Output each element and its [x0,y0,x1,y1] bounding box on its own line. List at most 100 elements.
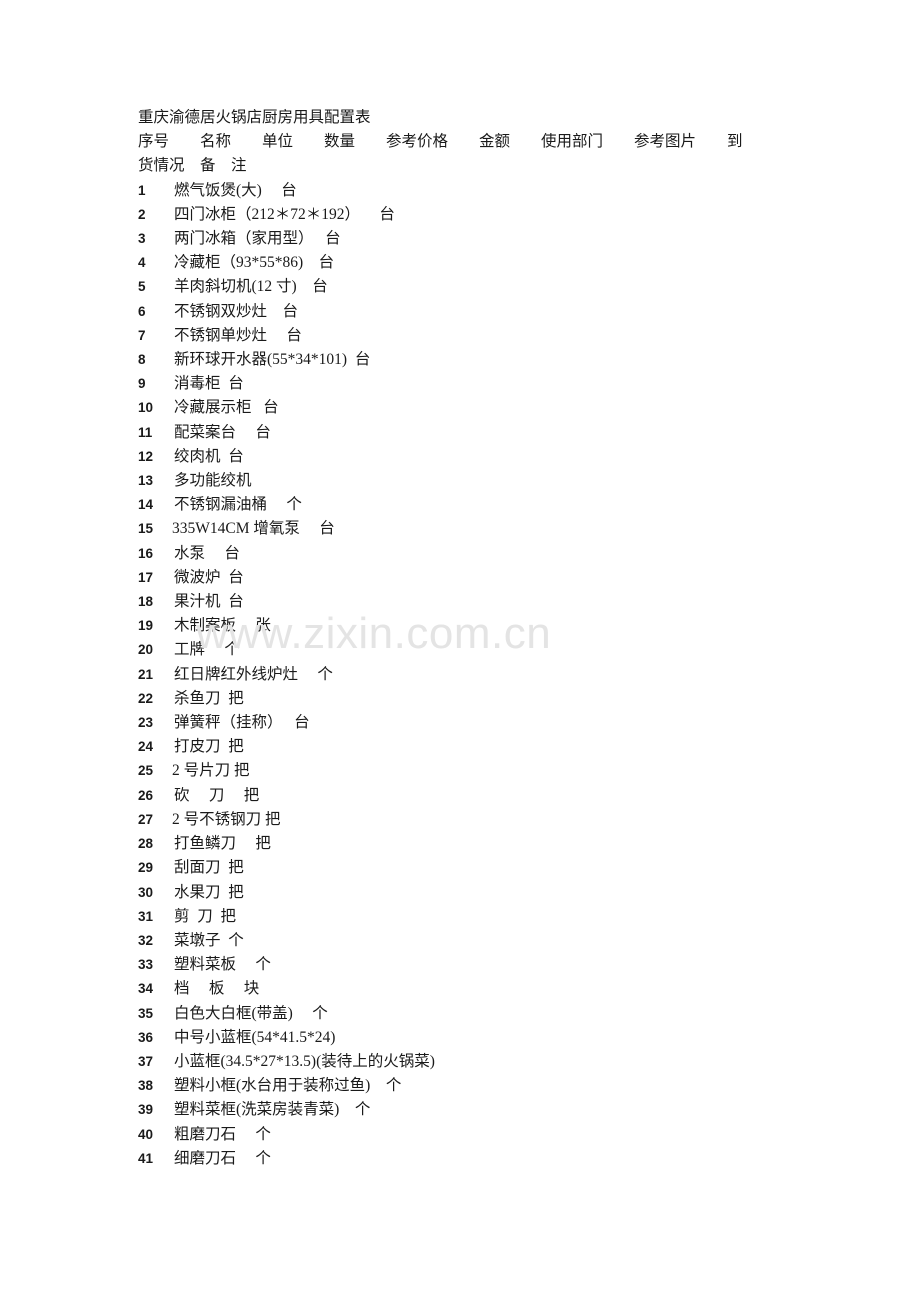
list-item-text: 果汁机 台 [174,593,244,611]
list-item-number: 40 [138,1126,154,1142]
list-item-number: 31 [138,908,154,924]
list-item-number: 38 [138,1078,154,1094]
list-item: 16 水泵 台 [138,542,888,566]
list-item: 30 水果刀 把 [138,881,888,905]
list-item-text: 剪 刀 把 [174,907,237,925]
list-item-text: 粗磨刀石 个 [174,1125,271,1143]
list-item: 35 白色大白框(带盖) 个 [138,1002,888,1026]
list-item-number: 37 [138,1053,154,1069]
list-item: 34 档 板 块 [138,977,888,1001]
list-item-text: 羊肉斜切机(12 寸) 台 [174,278,328,296]
list-item: 10 冷藏展示柜 台 [138,396,888,420]
list-item: 14 不锈钢漏油桶 个 [138,493,888,517]
list-item-number: 21 [138,666,154,682]
list-item: 40 粗磨刀石 个 [138,1123,888,1147]
list-item-text: 菜墩子 个 [174,931,244,949]
list-item: 20 工牌 个 [138,638,888,662]
list-item-number: 18 [138,594,154,610]
list-item-text: 档 板 块 [174,980,260,998]
document-body: 重庆渝德居火锅店厨房用具配置表 序号 名称 单位 数量 参考价格 金额 使用部门… [138,106,888,1171]
list-item-number: 14 [138,497,154,513]
list-item-number: 2 [138,206,146,222]
list-item: 38 塑料小框(水台用于装称过鱼) 个 [138,1074,888,1098]
list-item-text: 中号小蓝框(54*41.5*24) [174,1028,336,1046]
list-item-text: 燃气饭煲(大) 台 [174,181,297,199]
list-item-number: 23 [138,715,154,731]
list-item: 26 砍 刀 把 [138,784,888,808]
list-item-number: 8 [138,352,146,368]
list-item-text: 木制案板 张 [174,617,271,635]
list-item-text: 刮面刀 把 [174,859,244,877]
list-item-number: 35 [138,1005,154,1021]
list-item-text: 塑料小框(水台用于装称过鱼) 个 [174,1077,402,1095]
list-item-text: 砍 刀 把 [174,786,260,804]
list-item-text: 消毒柜 台 [174,375,244,393]
document-page: 重庆渝德居火锅店厨房用具配置表 序号 名称 单位 数量 参考价格 金额 使用部门… [0,0,920,1302]
list-item-number: 39 [138,1102,154,1118]
list-item-number: 9 [138,376,146,392]
list-item-number: 36 [138,1029,154,1045]
list-item: 27 2 号不锈钢刀 把 [138,808,888,832]
list-item-text: 配菜案台 台 [174,423,271,441]
list-item-text: 不锈钢双炒灶 台 [174,302,299,320]
equipment-list: 1 燃气饭煲(大) 台 2 四门冰柜（212＊72＊192） 台 3 两门冰箱（家用型） … [138,179,888,1171]
list-item-number: 4 [138,255,146,271]
list-item-number: 32 [138,932,154,948]
list-item-number: 12 [138,448,154,464]
list-item-number: 22 [138,690,154,706]
list-item-number: 3 [138,231,146,247]
list-item: 17 微波炉 台 [138,566,888,590]
list-item-number: 6 [138,303,146,319]
list-item: 19 木制案板 张 [138,614,888,638]
list-item-text: 绞肉机 台 [174,447,244,465]
list-item-number: 7 [138,327,146,343]
document-title: 重庆渝德居火锅店厨房用具配置表 [138,109,371,126]
list-item-number: 26 [138,787,154,803]
list-item: 29 刮面刀 把 [138,856,888,880]
list-item: 31 剪 刀 把 [138,905,888,929]
list-item-number: 15 [138,521,154,537]
list-item: 23 弹簧秤（挂称） 台 [138,711,888,735]
list-item: 33 塑料菜板 个 [138,953,888,977]
list-item: 36 中号小蓝框(54*41.5*24) [138,1026,888,1050]
list-item-text: 335W14CM 增氧泵 台 [172,520,335,538]
table-column-header-line-2: 货情况 备 注 [138,157,247,175]
list-item: 13 多功能绞机 [138,469,888,493]
list-item: 1 燃气饭煲(大) 台 [138,179,888,203]
list-item-number: 11 [138,424,153,440]
list-item-text: 打鱼鳞刀 把 [174,835,271,853]
list-item: 15 335W14CM 增氧泵 台 [138,517,888,541]
list-item-text: 不锈钢漏油桶 个 [174,496,302,514]
list-item-text: 冷藏展示柜 台 [174,399,279,417]
list-item: 12 绞肉机 台 [138,445,888,469]
table-column-header-line-1: 序号 名称 单位 数量 参考价格 金额 使用部门 参考图片 到 [138,133,743,151]
list-item-number: 24 [138,739,154,755]
list-item-text: 微波炉 台 [174,568,244,586]
list-item-text: 塑料菜板 个 [174,956,271,974]
list-item: 21 红日牌红外线炉灶 个 [138,663,888,687]
list-item: 37 小蓝框(34.5*27*13.5)(装待上的火锅菜) [138,1050,888,1074]
list-item: 9 消毒柜 台 [138,372,888,396]
list-item: 25 2 号片刀 把 [138,759,888,783]
list-item-text: 打皮刀 把 [174,738,244,756]
list-item: 4 冷藏柜（93*55*86) 台 [138,251,888,275]
list-item-number: 29 [138,860,154,876]
list-item-text: 红日牌红外线炉灶 个 [174,665,333,683]
list-item-text: 多功能绞机 [174,472,252,490]
list-item: 2 四门冰柜（212＊72＊192） 台 [138,203,888,227]
list-item-text: 小蓝框(34.5*27*13.5)(装待上的火锅菜) [174,1052,435,1070]
list-item-text: 弹簧秤（挂称） 台 [174,714,310,732]
list-item: 3 两门冰箱（家用型） 台 [138,227,888,251]
list-item-number: 10 [138,400,154,416]
list-item-text: 冷藏柜（93*55*86) 台 [174,254,335,272]
list-item-number: 5 [138,279,146,295]
list-item: 5 羊肉斜切机(12 寸) 台 [138,275,888,299]
list-item-text: 水果刀 把 [174,883,244,901]
list-item-number: 19 [138,618,154,634]
list-item: 41 细磨刀石 个 [138,1147,888,1171]
list-item-text: 2 号不锈钢刀 把 [172,810,281,828]
list-item-text: 新环球开水器(55*34*101) 台 [174,351,371,369]
list-item: 22 杀鱼刀 把 [138,687,888,711]
list-item-number: 34 [138,981,154,997]
list-item: 7 不锈钢单炒灶 台 [138,324,888,348]
